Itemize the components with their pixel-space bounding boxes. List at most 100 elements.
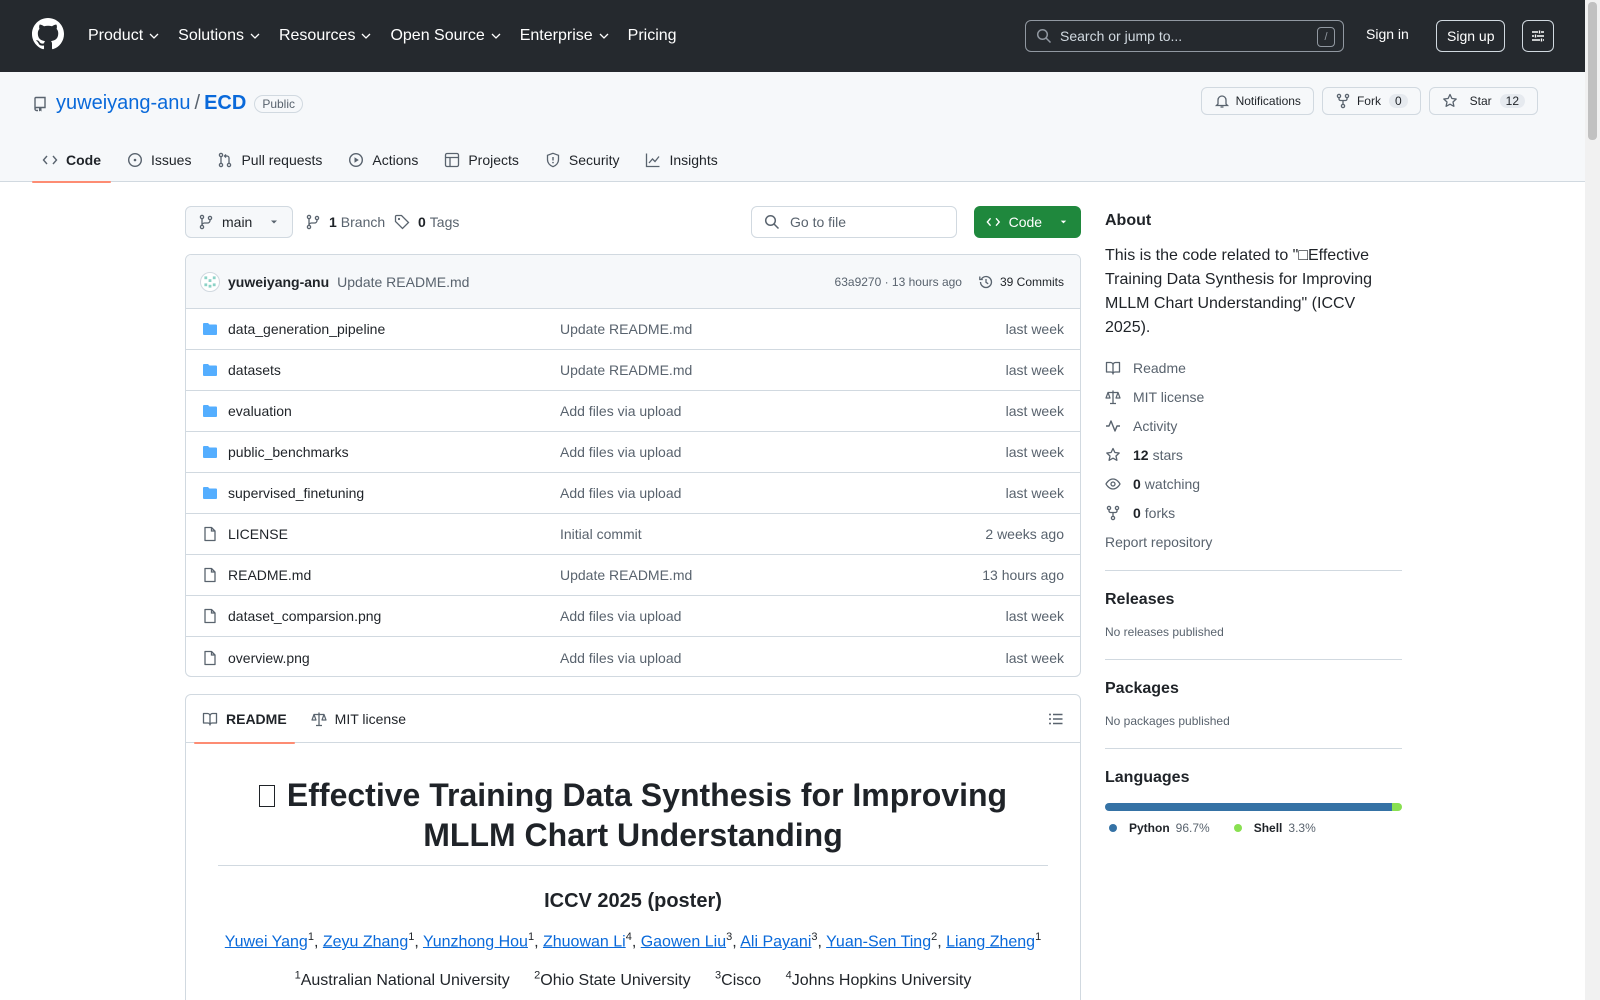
page-scrollbar[interactable]	[1585, 0, 1600, 1000]
branch-select-button[interactable]: main	[185, 206, 294, 238]
branches-link[interactable]: 1 Branch	[305, 214, 385, 230]
nav-product[interactable]: Product	[88, 27, 160, 45]
file-commit-message[interactable]: Add files via upload	[560, 444, 681, 460]
file-row[interactable]: README.md Update README.md 13 hours ago	[186, 555, 1080, 596]
divider	[1105, 748, 1402, 749]
file-commit-message[interactable]: Add files via upload	[560, 650, 681, 666]
file-commit-message[interactable]: Initial commit	[560, 526, 642, 542]
file-commit-message[interactable]: Add files via upload	[560, 403, 681, 419]
sliders-icon	[1532, 30, 1544, 42]
file-commit-message[interactable]: Update README.md	[560, 567, 692, 583]
commit-message-link[interactable]: Update README.md	[337, 274, 469, 290]
file-row[interactable]: overview.png Add files via upload last w…	[186, 637, 1080, 676]
activity-link[interactable]: Activity	[1105, 418, 1402, 434]
language-python[interactable]: Python 96.7%	[1105, 821, 1210, 835]
fork-button[interactable]: Fork 0	[1321, 87, 1421, 115]
report-repository-link[interactable]: Report repository	[1105, 534, 1402, 550]
tab-code[interactable]: Code	[32, 138, 111, 183]
go-to-file-input[interactable]: Go to file	[751, 206, 957, 238]
global-header: Product Solutions Resources Open Source …	[0, 0, 1585, 72]
tab-label: Security	[568, 152, 620, 168]
file-commit-message[interactable]: Add files via upload	[560, 608, 681, 624]
author-link[interactable]: Zeyu Zhang	[323, 933, 408, 950]
tab-mit-license[interactable]: MIT license	[303, 695, 414, 743]
folder-icon	[203, 405, 217, 417]
github-logo-icon[interactable]	[32, 18, 64, 50]
file-row[interactable]: datasets Update README.md last week	[186, 350, 1080, 391]
readme-link[interactable]: Readme	[1105, 360, 1402, 376]
nav-solutions[interactable]: Solutions	[178, 27, 261, 45]
nav-pricing[interactable]: Pricing	[628, 27, 677, 45]
repo-owner-link[interactable]: yuweiyang-anu	[56, 92, 191, 115]
file-commit-date: last week	[1005, 444, 1064, 460]
packages-heading[interactable]: Packages	[1105, 680, 1402, 698]
author-link[interactable]: Gaowen Liu	[641, 933, 726, 950]
author-link[interactable]: Yuwei Yang	[225, 933, 308, 950]
author-link[interactable]: Liang Zheng	[946, 933, 1035, 950]
file-row[interactable]: evaluation Add files via upload last wee…	[186, 391, 1080, 432]
star-button[interactable]: Star 12	[1428, 87, 1538, 115]
tab-label: README	[226, 710, 287, 727]
file-commit-message[interactable]: Update README.md	[560, 362, 692, 378]
file-row[interactable]: public_benchmarks Add files via upload l…	[186, 432, 1080, 473]
file-name-link[interactable]: README.md	[228, 567, 560, 583]
tab-label: Code	[66, 152, 101, 168]
file-row[interactable]: data_generation_pipeline Update README.m…	[186, 309, 1080, 350]
play-icon	[349, 152, 364, 168]
file-row[interactable]: dataset_comparsion.png Add files via upl…	[186, 596, 1080, 637]
file-name-link[interactable]: evaluation	[228, 403, 560, 419]
forks-link[interactable]: 0 forks	[1105, 505, 1402, 521]
file-name-link[interactable]: overview.png	[228, 650, 560, 666]
tab-actions[interactable]: Actions	[338, 138, 428, 182]
license-link[interactable]: MIT license	[1105, 389, 1402, 405]
repo-name-link[interactable]: ECD	[204, 92, 246, 115]
fork-icon	[1336, 93, 1350, 109]
tab-projects[interactable]: Projects	[434, 138, 529, 182]
nav-resources[interactable]: Resources	[279, 27, 372, 45]
avatar[interactable]	[200, 271, 220, 292]
code-download-button[interactable]: Code	[974, 206, 1081, 238]
file-name-link[interactable]: LICENSE	[228, 526, 560, 542]
file-commit-message[interactable]: Add files via upload	[560, 485, 681, 501]
scrollbar-thumb[interactable]	[1588, 2, 1597, 140]
list-unordered-icon[interactable]	[1048, 711, 1064, 727]
commits-history-link[interactable]: 39 Commits	[978, 274, 1064, 290]
sign-in-link[interactable]: Sign in	[1366, 26, 1409, 42]
tab-insights[interactable]: Insights	[635, 138, 727, 182]
releases-heading[interactable]: Releases	[1105, 591, 1402, 609]
pulse-icon	[1106, 420, 1120, 432]
author-link[interactable]: Yunzhong Hou	[423, 933, 528, 950]
sign-up-button[interactable]: Sign up	[1436, 20, 1506, 52]
author-link[interactable]: Ali Payani	[740, 933, 811, 950]
file-name-link[interactable]: datasets	[228, 362, 560, 378]
tags-link[interactable]: 0 Tags	[394, 214, 459, 230]
file-commit-message[interactable]: Update README.md	[560, 321, 692, 337]
author-link[interactable]: Zhuowan Li	[543, 933, 626, 950]
fork-label: Fork	[1356, 94, 1381, 108]
stars-link[interactable]: 12 stars	[1105, 447, 1402, 463]
author-link[interactable]: Yuan-Sen Ting	[826, 933, 931, 950]
affiliation-name: Ohio State University	[540, 971, 691, 989]
file-name-link[interactable]: public_benchmarks	[228, 444, 560, 460]
file-commit-date: last week	[1005, 485, 1064, 501]
file-row[interactable]: supervised_finetuning Add files via uplo…	[186, 473, 1080, 514]
nav-open-source[interactable]: Open Source	[390, 27, 501, 45]
notifications-button[interactable]: Notifications	[1200, 87, 1314, 115]
tab-security[interactable]: Security	[535, 138, 630, 182]
tab-issues[interactable]: Issues	[117, 138, 201, 182]
commit-hash-time[interactable]: 63a9270 · 13 hours ago	[835, 275, 962, 289]
commit-author-link[interactable]: yuweiyang-anu	[228, 274, 329, 290]
tab-pull-requests[interactable]: Pull requests	[207, 138, 332, 182]
file-row[interactable]: LICENSE Initial commit 2 weeks ago	[186, 514, 1080, 555]
file-name-link[interactable]: data_generation_pipeline	[228, 321, 560, 337]
language-shell[interactable]: Shell 3.3%	[1230, 821, 1316, 835]
nav-enterprise[interactable]: Enterprise	[520, 27, 610, 45]
file-name-link[interactable]: supervised_finetuning	[228, 485, 560, 501]
tab-readme[interactable]: README	[194, 695, 295, 744]
file-name-link[interactable]: dataset_comparsion.png	[228, 608, 560, 624]
nav-label: Product	[88, 27, 144, 44]
appearance-settings-button[interactable]	[1522, 20, 1554, 52]
chevron-down-icon	[149, 33, 159, 39]
watchers-link[interactable]: 0 watching	[1105, 476, 1402, 492]
global-search-input[interactable]: Search or jump to... /	[1025, 20, 1344, 52]
